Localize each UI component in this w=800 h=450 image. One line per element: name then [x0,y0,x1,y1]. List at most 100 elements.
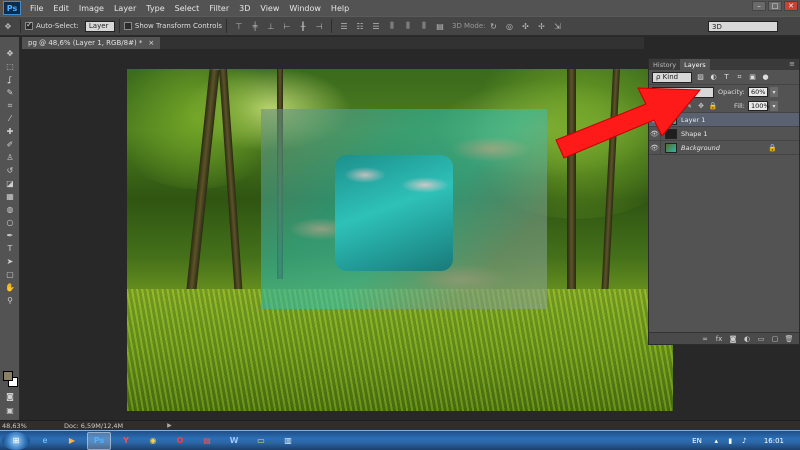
visibility-eye-icon[interactable]: 👁 [649,126,661,141]
network-icon[interactable]: ▮ [726,437,735,446]
menu-filter[interactable]: Filter [204,4,234,13]
fx-icon[interactable]: fx [715,335,723,343]
quick-select-tool-icon[interactable]: ✎ [2,86,18,99]
shape-1-rounded-rect[interactable] [335,155,453,271]
new-group-icon[interactable]: ▭ [757,335,765,343]
language-indicator[interactable]: EN [692,437,702,445]
chrome-icon[interactable]: ◉ [141,432,165,450]
adjustment-layer-icon[interactable]: ◐ [743,335,751,343]
lock-all-icon[interactable]: 🔒 [709,102,718,110]
panel-menu-icon[interactable]: ≡ [789,60,795,68]
menu-help[interactable]: Help [326,4,354,13]
filter-toggle-icon[interactable]: ● [761,73,770,82]
opacity-dropdown-icon[interactable]: ▾ [770,87,778,97]
foreground-color-swatch[interactable] [3,371,13,381]
shape-tool-icon[interactable]: ▢ [2,268,18,281]
distribute-top-icon[interactable]: ☰ [339,21,349,31]
eyedropper-tool-icon[interactable]: ⁄ [2,112,18,125]
blur-tool-icon[interactable]: ◍ [2,203,18,216]
fill-dropdown-icon[interactable]: ▾ [770,101,778,111]
3d-pan-icon[interactable]: ✣ [520,21,530,31]
pen-tool-icon[interactable]: ✒ [2,229,18,242]
opera-icon[interactable]: O [168,432,192,450]
explorer-icon[interactable]: ▭ [249,432,273,450]
path-select-tool-icon[interactable]: ➤ [2,255,18,268]
move-tool-preset-icon[interactable]: ✥ [3,21,13,31]
clock[interactable]: 16:01 [764,437,784,445]
crop-tool-icon[interactable]: ⌗ [2,99,18,112]
link-layers-icon[interactable]: ∞ [701,335,709,343]
distribute-middle-icon[interactable]: ☷ [355,21,365,31]
distribute-right-icon[interactable]: ⫼ [419,21,429,31]
3d-slide-icon[interactable]: ✢ [536,21,546,31]
notepad-icon[interactable]: ▥ [276,432,300,450]
blend-mode-dropdown[interactable] [652,86,714,98]
healing-tool-icon[interactable]: ✚ [2,125,18,138]
align-bottom-icon[interactable]: ⊥ [266,21,276,31]
align-top-icon[interactable]: ⊤ [234,21,244,31]
new-layer-icon[interactable]: ▢ [771,335,779,343]
menu-file[interactable]: File [25,4,48,13]
zoom-level[interactable]: 48,63% [0,422,34,430]
lock-transparency-icon[interactable]: ▦ [673,102,681,110]
align-right-icon[interactable]: ⊣ [314,21,324,31]
type-tool-icon[interactable]: T [2,242,18,255]
close-button[interactable]: ✕ [784,1,798,11]
yandex-icon[interactable]: Y [114,432,138,450]
filter-pixel-icon[interactable]: ▨ [696,73,705,82]
gradient-tool-icon[interactable]: ▦ [2,190,18,203]
photoshop-icon[interactable]: Ps [87,431,111,450]
menu-image[interactable]: Image [74,4,109,13]
acrobat-icon[interactable]: ▤ [195,432,219,450]
move-tool-icon[interactable]: ✥ [2,47,18,60]
stamp-tool-icon[interactable]: ♙ [2,151,18,164]
3d-rotate-icon[interactable]: ↻ [488,21,498,31]
visibility-eye-icon[interactable]: 👁 [649,112,661,127]
transform-controls-checkbox[interactable] [123,22,132,30]
distribute-center-icon[interactable]: ⫼ [403,21,413,31]
menu-type[interactable]: Type [141,4,169,13]
lock-pixels-icon[interactable]: ✎ [685,102,693,110]
delete-layer-icon[interactable]: 🗑 [785,335,794,343]
minimize-button[interactable]: – [752,1,766,11]
document-tab[interactable]: pg @ 48,6% (Layer 1, RGB/8#) * × [22,37,161,49]
distribute-bottom-icon[interactable]: ☰ [371,21,381,31]
tab-history[interactable]: History [649,59,680,70]
distribute-left-icon[interactable]: ⫼ [387,21,397,31]
volume-icon[interactable]: ♪ [740,437,749,446]
menu-view[interactable]: View [255,4,284,13]
document-image[interactable] [127,69,673,411]
opacity-field[interactable]: 60% [748,87,768,97]
history-brush-tool-icon[interactable]: ↺ [2,164,18,177]
media-player-icon[interactable]: ▶ [60,432,84,450]
screen-mode-icon[interactable]: ▣ [2,404,18,417]
brush-tool-icon[interactable]: ✐ [2,138,18,151]
filter-shape-icon[interactable]: ⌗ [735,73,744,82]
zoom-tool-icon[interactable]: ⚲ [2,294,18,307]
lock-position-icon[interactable]: ✥ [697,102,705,110]
auto-select-checkbox[interactable] [25,20,33,30]
menu-layer[interactable]: Layer [109,4,141,13]
add-mask-icon[interactable]: ◙ [729,335,737,343]
menu-window[interactable]: Window [284,4,326,13]
3d-roll-icon[interactable]: ◎ [504,21,514,31]
layer-row-background[interactable]: 👁 Background 🔒 [649,140,799,155]
hand-tool-icon[interactable]: ✋ [2,281,18,294]
fill-field[interactable]: 100% [748,101,770,111]
tab-layers[interactable]: Layers [680,59,710,70]
dodge-tool-icon[interactable]: ○ [2,216,18,229]
marquee-tool-icon[interactable]: ⬚ [2,60,18,73]
ie-icon[interactable]: e [33,432,57,450]
word-icon[interactable]: W [222,432,246,450]
align-center-icon[interactable]: ╫ [298,21,308,31]
auto-align-icon[interactable]: ▤ [435,21,445,31]
start-button[interactable]: ⊞ [2,431,30,450]
lasso-tool-icon[interactable]: ʆ [2,73,18,86]
menu-3d[interactable]: 3D [234,4,255,13]
eraser-tool-icon[interactable]: ◪ [2,177,18,190]
layer-row-shape-1[interactable]: 👁 Shape 1 [649,126,799,141]
filter-kind-dropdown[interactable]: ρ Kind [652,71,692,83]
3d-scale-icon[interactable]: ⇲ [552,21,562,31]
maximize-button[interactable]: □ [768,1,782,11]
tray-expand-icon[interactable]: ▴ [712,437,721,446]
